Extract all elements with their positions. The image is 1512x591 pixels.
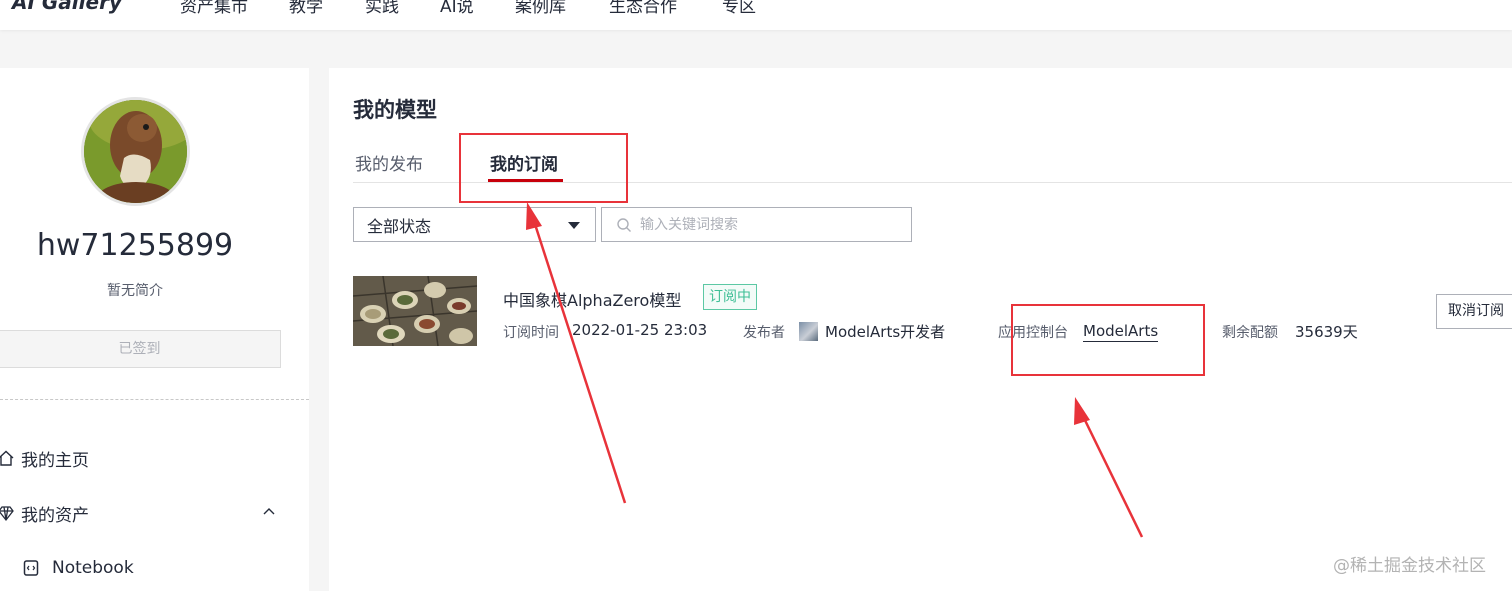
caret-down-icon bbox=[568, 222, 580, 229]
nav-item-zone[interactable]: 专区 bbox=[722, 0, 756, 17]
sidebar-item-label: 我的资产 bbox=[21, 505, 89, 526]
model-name-link[interactable]: 中国象棋AlphaZero模型 bbox=[503, 287, 681, 311]
publisher-avatar bbox=[799, 322, 818, 341]
username: hw71255899 bbox=[36, 228, 234, 263]
sidebar-divider bbox=[0, 399, 309, 400]
notebook-icon bbox=[22, 559, 40, 577]
avatar[interactable] bbox=[81, 97, 190, 206]
quota-label: 剩余配额 bbox=[1222, 325, 1278, 341]
nav-item-practice[interactable]: 实践 bbox=[365, 0, 399, 17]
tab-my-publish[interactable]: 我的发布 bbox=[355, 150, 423, 175]
nav-item-ai-talk[interactable]: AI说 bbox=[440, 0, 474, 17]
search-input[interactable] bbox=[640, 214, 900, 236]
sidebar-item-home[interactable]: 我的主页 bbox=[0, 443, 89, 473]
site-logo[interactable]: AI Gallery bbox=[12, 0, 122, 14]
sidebar-item-label: 我的主页 bbox=[21, 450, 89, 471]
annotation-box-console bbox=[1011, 304, 1205, 376]
search-box bbox=[601, 207, 912, 242]
chevron-up-icon[interactable] bbox=[261, 503, 277, 519]
page-title: 我的模型 bbox=[353, 98, 437, 122]
publisher-label: 发布者 bbox=[743, 325, 785, 341]
annotation-box-tab bbox=[459, 133, 628, 203]
status-badge: 订阅中 bbox=[703, 284, 757, 310]
nav-item-teaching[interactable]: 教学 bbox=[289, 0, 323, 17]
signed-in-button[interactable]: 已签到 bbox=[0, 330, 281, 368]
user-bio: 暂无简介 bbox=[107, 283, 163, 299]
status-filter-value: 全部状态 bbox=[367, 216, 432, 236]
sidebar-item-assets[interactable]: 我的资产 bbox=[0, 498, 89, 528]
sidebar-item-notebook[interactable]: Notebook bbox=[22, 553, 134, 583]
nav-item-ecosystem[interactable]: 生态合作 bbox=[609, 0, 677, 17]
quota-value: 35639天 bbox=[1295, 323, 1358, 341]
subscribe-time-value: 2022-01-25 23:03 bbox=[572, 321, 708, 339]
nav-item-asset-market[interactable]: 资产集市 bbox=[180, 0, 248, 17]
subscribe-time-label: 订阅时间 bbox=[503, 325, 559, 341]
publisher-value[interactable]: ModelArts开发者 bbox=[825, 321, 945, 342]
model-thumbnail[interactable] bbox=[353, 276, 477, 346]
watermark: @稀土掘金技术社区 bbox=[1333, 556, 1486, 576]
home-icon bbox=[0, 449, 15, 467]
search-icon bbox=[617, 218, 631, 232]
sidebar-item-label: Notebook bbox=[52, 558, 134, 578]
diamond-icon bbox=[0, 504, 15, 522]
unsubscribe-button[interactable]: 取消订阅 bbox=[1436, 294, 1512, 329]
status-filter-select[interactable]: 全部状态 bbox=[353, 207, 596, 242]
nav-item-case-library[interactable]: 案例库 bbox=[515, 0, 566, 17]
top-nav: AI Gallery 资产集市 教学 实践 AI说 案例库 生态合作 专区 bbox=[0, 0, 1512, 30]
